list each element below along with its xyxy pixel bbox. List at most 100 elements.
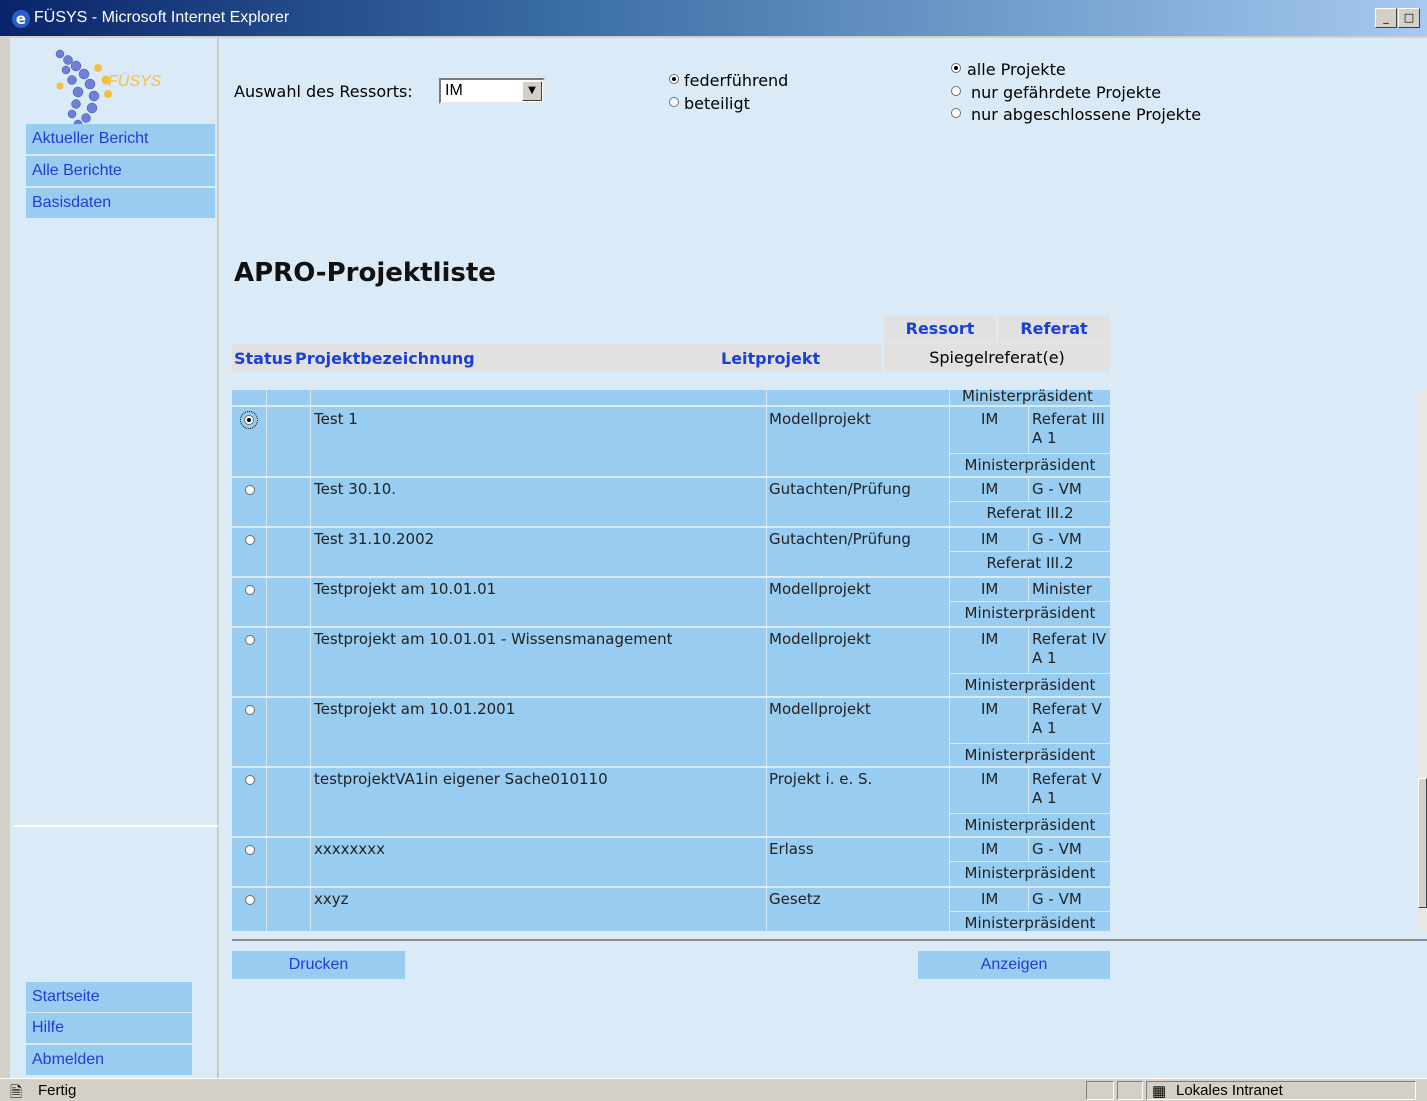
row-select-radio[interactable] [245,635,255,645]
column-divider [1028,697,1029,743]
project-mirror-referat: Referat III.2 [986,504,1074,522]
radio-alle-projekte-label: alle Projekte [967,60,1066,79]
column-divider [1028,527,1029,551]
column-header-status[interactable]: Status [234,349,293,368]
project-mirror-referat: Ministerpräsident [964,604,1096,622]
row-separator [950,601,1110,602]
page-title: APRO-Projektliste [234,258,496,288]
radio-alle-projekte[interactable] [951,63,961,73]
row-select-radio[interactable] [245,535,255,545]
internet-explorer-icon: e [12,10,30,28]
column-header-leitprojekt[interactable]: Leitprojekt [721,349,820,368]
radio-beteiligt[interactable] [669,97,679,107]
radio-abgeschlossene-projekte-label: nur abgeschlossene Projekte [971,105,1202,124]
sidebar-item-hilfe[interactable]: Hilfe [26,1013,192,1043]
status-bar: 🗎 Fertig ▦ Lokales Intranet [0,1078,1427,1101]
row-separator [950,813,1110,814]
minimize-button[interactable]: _ [1375,8,1397,28]
project-name: xxyz [314,890,349,908]
project-name: Testprojekt am 10.01.01 [314,580,497,598]
sidebar-item-startseite[interactable]: Startseite [26,982,192,1012]
window-titlebar: e FÜSYS - Microsoft Internet Explorer _ … [0,0,1427,38]
maximize-button[interactable]: □ [1398,8,1420,28]
row-select-radio[interactable] [245,775,255,785]
column-divider [1028,577,1029,601]
project-referat: Referat V A 1 [1032,700,1102,737]
column-header-spiegelreferat: Spiegelreferat(e) [884,344,1110,372]
column-header-referat[interactable]: Referat [998,315,1110,343]
row-separator [950,743,1110,744]
project-referat: Minister [1032,580,1092,598]
project-referat: Referat V A 1 [1032,770,1102,807]
column-header-spiegelreferat-label: Spiegelreferat(e) [929,348,1065,367]
radio-federfuehrend[interactable] [669,74,679,84]
row-select-radio[interactable] [245,585,255,595]
radio-abgeschlossene-projekte[interactable] [951,108,961,118]
row-select-radio[interactable] [240,411,258,429]
radio-federfuehrend-label: federführend [684,71,789,90]
project-lead: Modellprojekt [769,630,871,648]
partial-row-mirror: Ministerpräsident [962,387,1093,405]
column-header-referat-label[interactable]: Referat [1020,319,1087,338]
sidebar-divider [14,825,218,827]
column-header-ressort-label[interactable]: Ressort [906,319,975,338]
project-mirror-referat: Ministerpräsident [964,676,1096,694]
radio-beteiligt-label: beteiligt [684,94,750,113]
project-name: testprojektVA1in eigener Sache010110 [314,770,608,788]
sidebar-item-alle-berichte[interactable]: Alle Berichte [26,156,215,186]
project-lead: Gutachten/Prüfung [769,480,911,498]
project-ressort: IM [981,700,999,718]
column-divider [1028,887,1029,911]
column-divider [1028,767,1029,813]
ressort-label: Auswahl des Ressorts: [234,82,413,101]
ressort-select[interactable]: IM ▼ [439,78,545,104]
table-scrollbar-thumb[interactable] [1418,778,1427,908]
dropdown-arrow-icon[interactable]: ▼ [522,81,542,101]
project-lead: Gutachten/Prüfung [769,530,911,548]
sidebar-item-basisdaten[interactable]: Basisdaten [26,188,215,218]
project-mirror-referat: Ministerpräsident [964,746,1096,764]
column-divider [1028,837,1029,861]
row-select-radio[interactable] [245,705,255,715]
project-ressort: IM [981,530,999,548]
project-referat: G - VM [1032,840,1082,858]
row-select-radio[interactable] [245,845,255,855]
zone-text: Lokales Intranet [1176,1082,1283,1099]
project-mirror-referat: Ministerpräsident [964,816,1096,834]
sidebar-item-abmelden[interactable]: Abmelden [26,1045,192,1075]
project-name: Test 31.10.2002 [314,530,435,548]
project-mirror-referat: Ministerpräsident [964,864,1096,882]
project-ressort: IM [981,630,999,648]
logo-text: FÜSYS [108,73,162,90]
project-referat: G - VM [1032,480,1082,498]
project-referat: Referat IV A 1 [1032,630,1107,667]
status-pane [1086,1081,1114,1100]
sidebar-item-aktueller-bericht[interactable]: Aktueller Bericht [26,124,215,154]
project-name: Test 30.10. [314,480,397,498]
project-lead: Erlass [769,840,814,858]
row-select-radio[interactable] [245,485,255,495]
project-lead: Modellprojekt [769,700,871,718]
column-header-ressort[interactable]: Ressort [884,315,996,343]
row-select-radio[interactable] [245,895,255,905]
print-button[interactable]: Drucken [232,951,405,979]
project-name: Test 1 [314,410,358,428]
row-separator [950,673,1110,674]
row-separator [950,501,1110,502]
row-separator [950,453,1110,454]
project-lead: Projekt i. e. S. [769,770,873,788]
column-divider [1028,477,1029,501]
status-pane [1117,1081,1143,1100]
project-table: Test 1 Modellprojekt IM Referat III A 1 Mini… [232,390,1110,931]
project-name: Testprojekt am 10.01.01 - Wissensmanagem… [314,630,673,648]
radio-gefaehrdete-projekte[interactable] [951,86,961,96]
project-lead: Modellprojekt [769,580,871,598]
project-mirror-referat: Referat III.2 [986,554,1074,572]
project-ressort: IM [981,480,999,498]
project-referat: Referat III A 1 [1032,410,1105,447]
show-button[interactable]: Anzeigen [918,951,1110,979]
column-header-projektbezeichnung[interactable]: Projektbezeichnung [295,349,475,368]
project-mirror-referat: Ministerpräsident [964,456,1096,474]
window-title: FÜSYS - Microsoft Internet Explorer [34,9,290,26]
row-separator [950,861,1110,862]
